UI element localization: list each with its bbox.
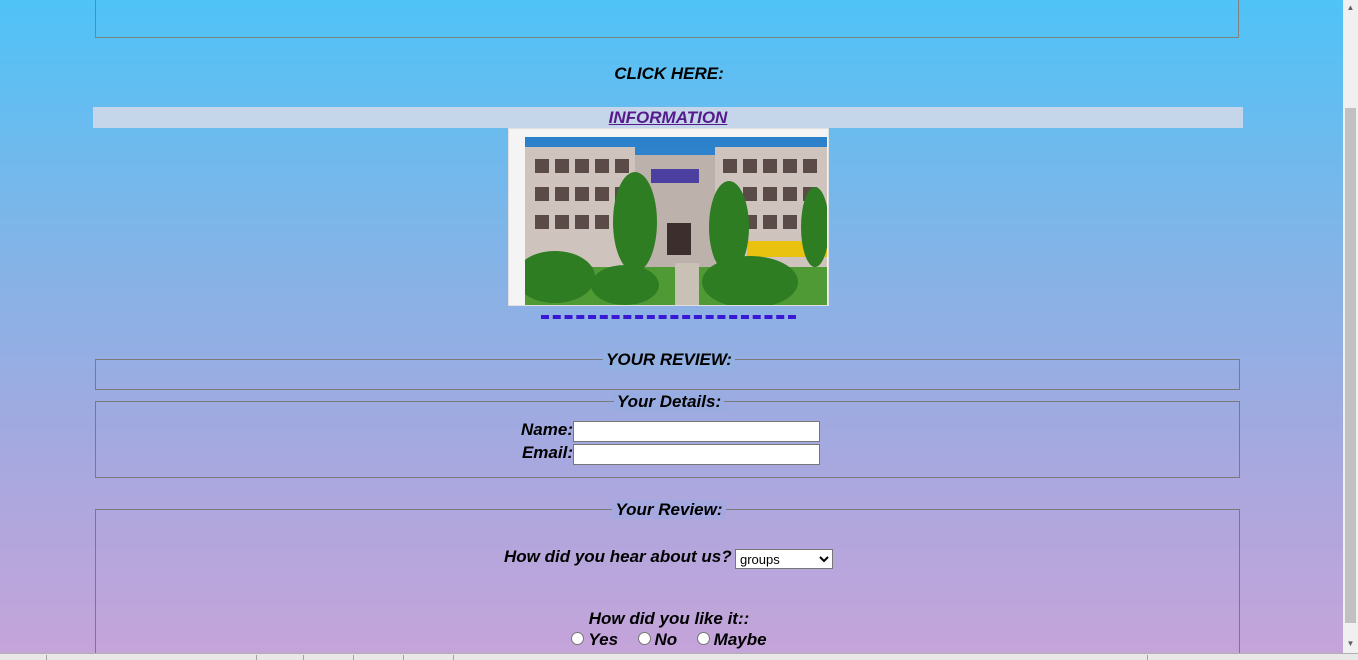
vertical-scrollbar[interactable]: ▲ ▼ [1343,0,1358,653]
email-label: Email: [521,443,573,462]
option-maybe-label: Maybe [713,630,767,649]
review-legend: Your Review: [0,500,1338,520]
information-bar: INFORMATION [93,107,1243,128]
your-review-legend: YOUR REVIEW: [0,350,1338,370]
name-input[interactable] [573,421,820,442]
top-fieldset-box [95,0,1239,38]
dashed-divider [541,315,796,319]
page-content: CLICK HERE: INFORMATION YOUR REVIEW: You… [0,0,1343,660]
your-details-legend: Your Details: [0,392,1338,412]
building-image [508,128,829,306]
option-no-label: No [654,630,678,649]
scroll-down-arrow-icon[interactable]: ▼ [1343,636,1358,652]
status-bar [0,653,1358,660]
email-input[interactable] [573,444,820,465]
option-yes-label: Yes [588,630,619,649]
radio-maybe[interactable] [696,632,710,646]
like-question-label: How did you like it:: [588,609,750,628]
hear-question-label: How did you hear about us? [504,547,732,566]
click-here-label: CLICK HERE: [614,64,724,83]
scroll-up-arrow-icon[interactable]: ▲ [1343,0,1358,16]
radio-yes[interactable] [571,632,585,646]
radio-no[interactable] [637,632,651,646]
scrollbar-thumb[interactable] [1345,108,1356,623]
hear-about-select[interactable]: groups [735,549,833,569]
name-label: Name: [521,420,573,439]
information-link[interactable]: INFORMATION [609,108,728,127]
like-options-row: Yes No Maybe [0,630,1338,650]
